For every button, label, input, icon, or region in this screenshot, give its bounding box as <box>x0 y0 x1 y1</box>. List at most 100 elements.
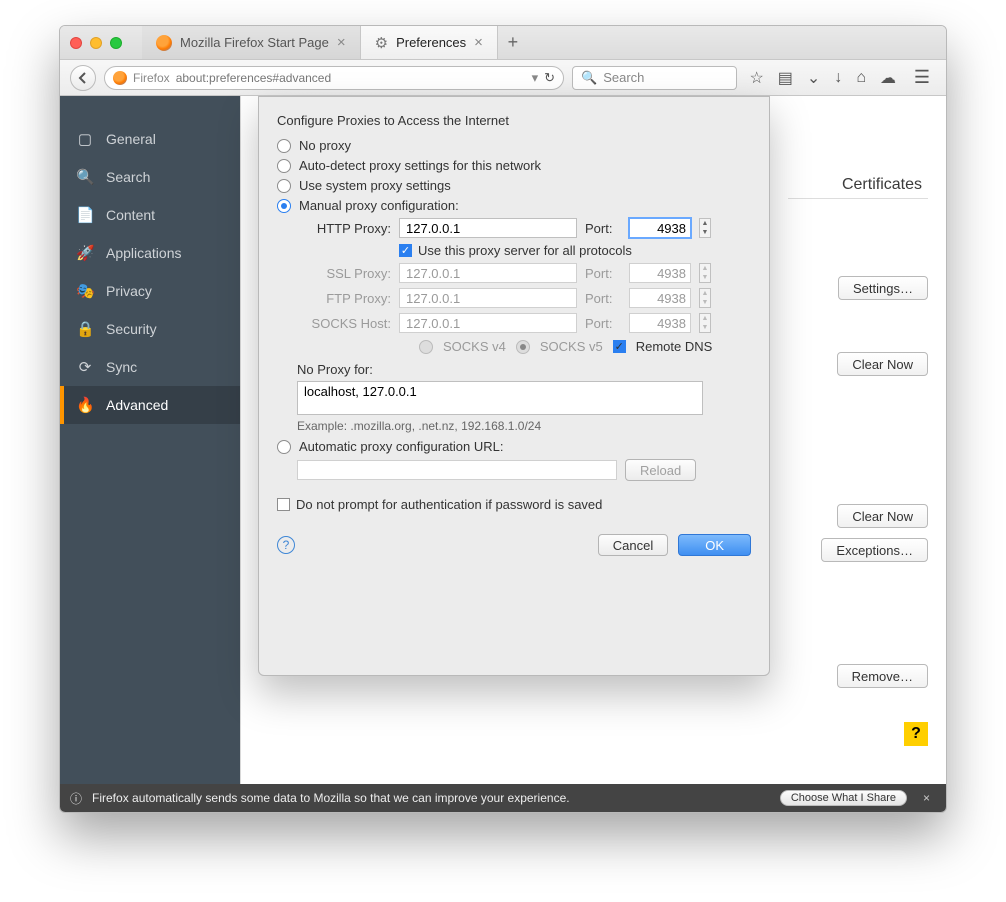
do-not-prompt-checkbox[interactable] <box>277 498 290 511</box>
port-stepper[interactable]: ▲▼ <box>699 218 711 238</box>
do-not-prompt-label: Do not prompt for authentication if pass… <box>296 497 602 512</box>
settings-button[interactable]: Settings… <box>838 276 928 300</box>
home-icon[interactable]: ⌂ <box>856 69 866 87</box>
radio-use-system[interactable]: Use system proxy settings <box>277 178 751 193</box>
no-proxy-for-label: No Proxy for: <box>297 362 751 377</box>
clear-now-button[interactable]: Clear Now <box>837 352 928 376</box>
radio-no-proxy[interactable]: No proxy <box>277 138 751 153</box>
http-proxy-label: HTTP Proxy: <box>297 221 391 236</box>
choose-share-button[interactable]: Choose What I Share <box>780 790 907 806</box>
port-label: Port: <box>585 291 621 306</box>
help-icon[interactable]: ? <box>277 536 295 554</box>
http-proxy-host-input[interactable] <box>399 218 577 238</box>
sidebar-item-label: Search <box>106 169 150 185</box>
tab-start-page[interactable]: Mozilla Firefox Start Page × <box>142 26 361 59</box>
ftp-proxy-row: FTP Proxy: Port: ▲▼ <box>297 288 751 308</box>
radio-manual[interactable]: Manual proxy configuration: <box>277 198 751 213</box>
firefox-icon <box>156 35 172 51</box>
remote-dns-label: Remote DNS <box>636 339 713 354</box>
port-label: Port: <box>585 316 621 331</box>
ftp-proxy-label: FTP Proxy: <box>297 291 391 306</box>
radio-icon <box>277 179 291 193</box>
search-bar[interactable]: 🔍 Search <box>572 66 737 90</box>
socks-v5-radio <box>516 340 530 354</box>
menu-button[interactable]: ☰ <box>908 67 936 88</box>
ftp-proxy-port-input <box>629 288 691 308</box>
security-icon: 🔒 <box>76 320 94 338</box>
use-for-all-checkbox[interactable] <box>399 244 412 257</box>
pocket-icon[interactable]: ⌄ <box>807 68 820 88</box>
no-proxy-example: Example: .mozilla.org, .net.nz, 192.168.… <box>297 419 751 433</box>
sidebar-item-label: Applications <box>106 245 182 261</box>
chat-icon[interactable]: ☁ <box>880 68 896 88</box>
http-proxy-port-input[interactable] <box>629 218 691 238</box>
bookmark-star-icon[interactable]: ☆ <box>749 68 763 88</box>
port-stepper: ▲▼ <box>699 263 711 283</box>
sidebar-item-content[interactable]: 📄 Content <box>60 196 240 234</box>
ftp-proxy-host-input <box>399 288 577 308</box>
sidebar-item-security[interactable]: 🔒Security <box>60 310 240 348</box>
proxy-settings-dialog: Configure Proxies to Access the Internet… <box>258 96 770 676</box>
radio-label: Manual proxy configuration: <box>299 198 459 213</box>
window-controls <box>70 37 122 49</box>
ssl-proxy-port-input <box>629 263 691 283</box>
exceptions-button[interactable]: Exceptions… <box>821 538 928 562</box>
cancel-button[interactable]: Cancel <box>598 534 668 556</box>
port-stepper: ▲▼ <box>699 313 711 333</box>
search-placeholder: Search <box>603 70 644 85</box>
sidebar-item-label: Advanced <box>106 397 168 413</box>
sidebar-item-sync[interactable]: ⟳Sync <box>60 348 240 386</box>
radio-icon <box>277 199 291 213</box>
remote-dns-checkbox[interactable] <box>613 340 626 353</box>
new-tab-button[interactable]: + <box>498 26 528 59</box>
ssl-proxy-label: SSL Proxy: <box>297 266 391 281</box>
back-button[interactable] <box>70 65 96 91</box>
sidebar-item-advanced[interactable]: 🔥Advanced <box>60 386 240 424</box>
sidebar-item-privacy[interactable]: 🎭 Privacy <box>60 272 240 310</box>
divider <box>788 198 928 199</box>
socks-host-input <box>399 313 577 333</box>
clear-now-button-2[interactable]: Clear Now <box>837 504 928 528</box>
reload-icon[interactable]: ↻ <box>544 70 555 86</box>
zoom-window-icon[interactable] <box>110 37 122 49</box>
sidebar-item-label: Privacy <box>106 283 152 299</box>
radio-auto-detect[interactable]: Auto-detect proxy settings for this netw… <box>277 158 751 173</box>
minimize-window-icon[interactable] <box>90 37 102 49</box>
tab-label: Preferences <box>396 35 466 50</box>
ok-button[interactable]: OK <box>678 534 751 556</box>
use-for-all-label: Use this proxy server for all protocols <box>418 243 632 258</box>
close-tab-icon[interactable]: × <box>337 35 346 50</box>
help-button[interactable]: ? <box>904 722 928 746</box>
sidebar-item-label: Sync <box>106 359 137 375</box>
sidebar-item-search[interactable]: 🔍Search <box>60 158 240 196</box>
privacy-icon: 🎭 <box>76 282 94 300</box>
dropdown-icon[interactable]: ▾ <box>532 70 539 86</box>
port-label: Port: <box>585 221 621 236</box>
radio-label: Use system proxy settings <box>299 178 451 193</box>
downloads-icon[interactable]: ↓ <box>834 69 842 87</box>
socks-port-input <box>629 313 691 333</box>
sidebar-item-applications[interactable]: 🚀 Applications <box>60 234 240 272</box>
socks-v4-label: SOCKS v4 <box>443 339 506 354</box>
url-bar[interactable]: Firefox about:preferences#advanced ▾ ↻ <box>104 66 564 90</box>
close-tab-icon[interactable]: × <box>474 35 483 50</box>
certificates-tab[interactable]: Certificates <box>842 176 922 194</box>
reading-list-icon[interactable]: ▤ <box>778 68 793 88</box>
content-icon: 📄 <box>76 206 94 224</box>
sidebar-item-general[interactable]: ▢General <box>60 120 240 158</box>
radio-auto-url[interactable]: Automatic proxy configuration URL: <box>277 439 751 454</box>
tab-preferences[interactable]: ⚙ Preferences × <box>361 26 498 59</box>
remove-button[interactable]: Remove… <box>837 664 928 688</box>
ssl-proxy-host-input <box>399 263 577 283</box>
close-notice-icon[interactable]: × <box>917 791 936 805</box>
sidebar-item-label: Content <box>106 207 155 223</box>
applications-icon: 🚀 <box>76 244 94 262</box>
close-window-icon[interactable] <box>70 37 82 49</box>
tab-label: Mozilla Firefox Start Page <box>180 35 329 50</box>
radio-label: No proxy <box>299 138 351 153</box>
titlebar: Mozilla Firefox Start Page × ⚙ Preferenc… <box>60 26 946 60</box>
pac-url-input <box>297 460 617 480</box>
no-proxy-for-input[interactable] <box>297 381 703 415</box>
ssl-proxy-row: SSL Proxy: Port: ▲▼ <box>297 263 751 283</box>
notice-text: Firefox automatically sends some data to… <box>92 791 570 805</box>
